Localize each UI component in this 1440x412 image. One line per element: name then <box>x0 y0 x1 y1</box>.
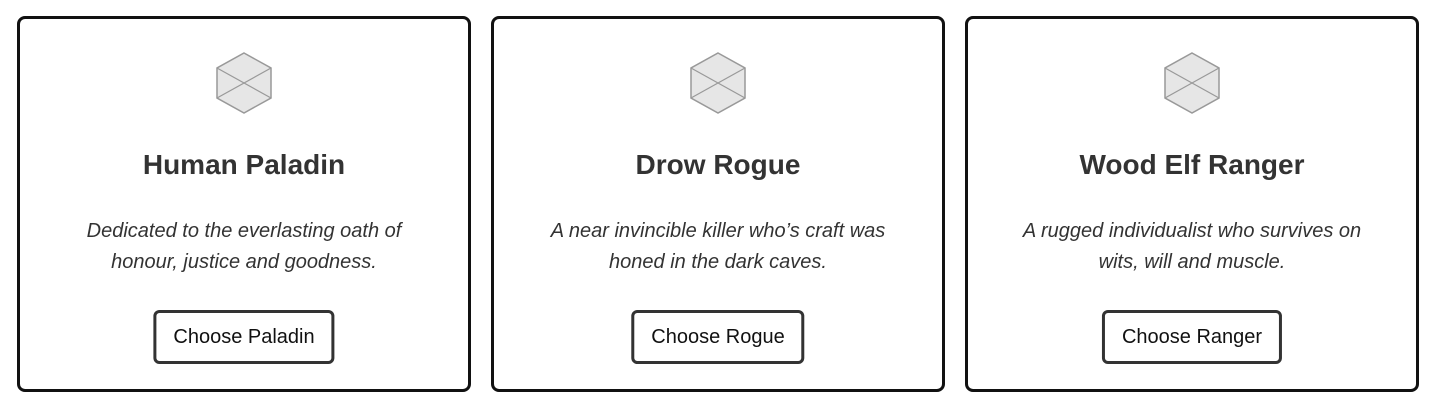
card-title: Human Paladin <box>142 149 346 180</box>
card-description: Dedicated to the everlasting oath of hon… <box>86 220 402 273</box>
character-card-ranger: Wood Elf Ranger A rugged individualist w… <box>965 16 1419 392</box>
choose-ranger-button[interactable]: Choose Ranger <box>1101 310 1283 364</box>
choose-paladin-button[interactable]: Choose Paladin <box>153 310 335 364</box>
character-card-list: Human Paladin Dedicated to the everlasti… <box>0 0 1440 412</box>
card-description: A rugged individualist who survives on w… <box>1022 220 1362 273</box>
image-placeholder-icon <box>215 51 273 115</box>
card-title: Wood Elf Ranger <box>1079 149 1305 180</box>
card-title: Drow Rogue <box>635 149 801 180</box>
character-card-rogue: Drow Rogue A near invincible killer who’… <box>491 16 945 392</box>
choose-rogue-button[interactable]: Choose Rogue <box>631 310 805 364</box>
image-placeholder-icon <box>1163 51 1221 115</box>
card-description: A near invincible killer who’s craft was… <box>550 220 886 273</box>
character-card-paladin: Human Paladin Dedicated to the everlasti… <box>17 16 471 392</box>
image-placeholder-icon <box>689 51 747 115</box>
